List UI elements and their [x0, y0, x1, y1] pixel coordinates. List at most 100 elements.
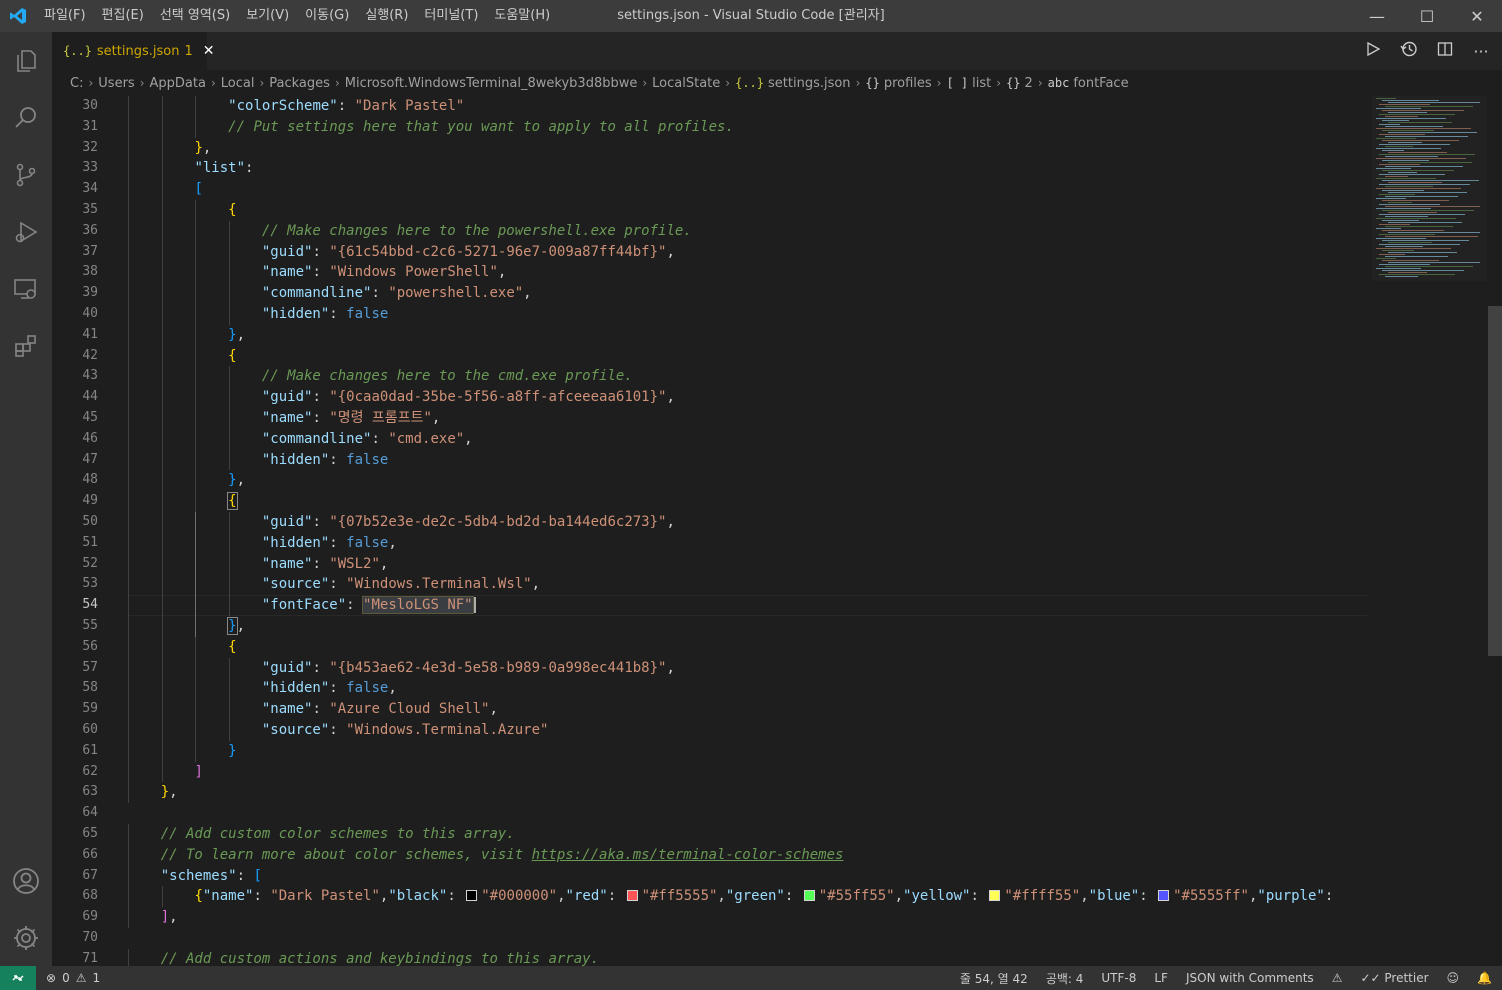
minimap-line — [1376, 198, 1406, 199]
minimap-line — [1376, 138, 1416, 139]
minimap-line — [1385, 226, 1453, 227]
close-window-button[interactable]: ✕ — [1452, 0, 1502, 32]
menu-item[interactable]: 도움말(H) — [486, 0, 558, 32]
line-number: 33 — [82, 160, 98, 176]
run-debug-icon[interactable] — [0, 203, 52, 260]
notifications-icon[interactable]: 🔔 — [1477, 971, 1492, 985]
close-tab-icon[interactable]: ✕ — [203, 43, 215, 59]
minimap-line — [1382, 240, 1469, 241]
maximize-button[interactable]: ☐ — [1402, 0, 1452, 32]
remote-icon[interactable] — [0, 966, 36, 990]
breadcrumb-item[interactable]: AppData — [150, 76, 206, 91]
cursor-position[interactable]: 줄 54, 열 42 — [960, 970, 1028, 987]
breadcrumb-item[interactable]: profiles — [884, 76, 932, 91]
minimap-line — [1376, 178, 1436, 179]
status-bar: ⊗ 0 ⚠ 1 줄 54, 열 42 공백: 4 UTF-8 LF JSON w… — [0, 966, 1502, 990]
code-line: 68 {"name": "Dark Pastel","black": "#000… — [52, 886, 1367, 908]
minimize-button[interactable]: — — [1352, 0, 1402, 32]
tab-problem-count: 1 — [184, 43, 193, 59]
code-line: 40 "hidden": false — [52, 304, 1367, 325]
minimap-line — [1379, 274, 1455, 275]
line-number: 34 — [82, 181, 98, 197]
alert-icon[interactable]: ⚠ — [1332, 971, 1343, 985]
menu-item[interactable]: 터미널(T) — [416, 0, 486, 32]
code-text: "guid": "{b453ae62-4e3d-5e58-b989-0a998e… — [261, 659, 675, 676]
search-icon[interactable] — [0, 89, 52, 146]
minimap-line — [1388, 112, 1427, 113]
minimap[interactable] — [1372, 96, 1487, 966]
source-control-icon[interactable] — [0, 146, 52, 203]
extensions-icon[interactable] — [0, 317, 52, 374]
breadcrumb-separator-icon: › — [139, 76, 145, 90]
menu-item[interactable]: 선택 영역(S) — [152, 0, 238, 32]
encoding[interactable]: UTF-8 — [1101, 971, 1136, 985]
accounts-icon[interactable] — [0, 852, 52, 909]
code-line: 42 { — [52, 345, 1367, 367]
code-line: 44 "guid": "{0caa0dad-35be-5f56-a8ff-afc… — [52, 387, 1367, 408]
code-text: "hidden": false — [261, 451, 389, 468]
breadcrumb-item[interactable]: Packages — [269, 76, 330, 91]
line-number: 46 — [82, 430, 98, 446]
code-line: 33 "list": — [52, 158, 1367, 180]
scrollbar-thumb[interactable] — [1488, 306, 1502, 656]
breadcrumb-item[interactable]: Local — [221, 76, 255, 91]
breadcrumb-item[interactable]: list — [972, 76, 991, 91]
minimap-line — [1382, 100, 1439, 101]
minimap-line — [1379, 174, 1445, 175]
breadcrumb-item[interactable]: fontFace — [1073, 76, 1128, 91]
settings-gear-icon[interactable] — [0, 909, 52, 966]
explorer-icon[interactable] — [0, 32, 52, 89]
breadcrumb-item[interactable]: C: — [70, 76, 83, 91]
breadcrumb-item[interactable]: 2 — [1025, 76, 1033, 91]
breadcrumb-separator-icon: › — [210, 76, 216, 90]
code-line: 53 "source": "Windows.Terminal.Wsl", — [52, 574, 1367, 596]
end-of-line[interactable]: LF — [1154, 971, 1168, 985]
menu-item[interactable]: 이동(G) — [297, 0, 357, 32]
code-text: { — [228, 347, 237, 364]
breadcrumb-item[interactable]: Microsoft.WindowsTerminal_8wekyb3d8bbwe — [345, 76, 638, 91]
code-text: { — [228, 638, 237, 655]
tab-settings-json[interactable]: {..} settings.json 1 ✕ — [52, 32, 214, 70]
breadcrumb-separator-icon: › — [88, 76, 94, 90]
indentation[interactable]: 공백: 4 — [1046, 970, 1084, 987]
prettier-label: Prettier — [1384, 971, 1429, 985]
breadcrumb-item[interactable]: LocalState — [652, 76, 720, 91]
minimap-line — [1388, 222, 1462, 223]
json-file-icon: {..} — [63, 44, 92, 58]
menu-item[interactable]: 편집(E) — [94, 0, 152, 32]
split-editor-icon[interactable] — [1434, 41, 1456, 61]
minimap-line — [1385, 146, 1413, 147]
problems-indicator[interactable]: ⊗ 0 ⚠ 1 — [46, 971, 100, 985]
line-number: 71 — [82, 950, 98, 966]
line-number: 56 — [82, 638, 98, 654]
code-line: 64 — [52, 803, 1367, 824]
code-text: "commandline": "powershell.exe", — [261, 285, 532, 302]
minimap-line — [1388, 132, 1477, 133]
code-line: 46 "commandline": "cmd.exe", — [52, 428, 1367, 450]
timeline-icon[interactable] — [1398, 40, 1420, 62]
line-number: 30 — [82, 98, 98, 113]
code-editor[interactable]: 30 "colorScheme": "Dark Pastel" 31 // Put… — [52, 96, 1367, 966]
vertical-scrollbar[interactable] — [1487, 96, 1502, 966]
breadcrumb-separator-icon: › — [996, 76, 1002, 90]
more-actions-icon[interactable]: ··· — [1470, 42, 1492, 61]
prettier-status[interactable]: ✓✓ Prettier — [1360, 971, 1428, 985]
minimap-line — [1388, 102, 1480, 103]
minimap-line — [1376, 268, 1421, 269]
feedback-icon[interactable]: ☺ — [1447, 971, 1460, 985]
minimap-line — [1376, 168, 1411, 169]
run-icon[interactable] — [1362, 41, 1384, 61]
language-mode[interactable]: JSON with Comments — [1186, 971, 1314, 985]
code-text: "name": "Azure Cloud Shell", — [261, 701, 498, 718]
menu-item[interactable]: 실행(R) — [357, 0, 416, 32]
minimap-line — [1385, 126, 1443, 127]
minimap-line — [1379, 204, 1440, 205]
code-line: 55 }, — [52, 616, 1367, 637]
breadcrumb-item[interactable]: settings.json — [768, 76, 851, 91]
menu-item[interactable]: 파일(F) — [36, 0, 94, 32]
code-text: "source": "Windows.Terminal.Wsl", — [261, 576, 541, 593]
breadcrumb-item[interactable]: Users — [98, 76, 134, 91]
remote-explorer-icon[interactable] — [0, 260, 52, 317]
tab-bar: {..} settings.json 1 ✕ ··· — [52, 32, 1502, 70]
menu-item[interactable]: 보기(V) — [238, 0, 297, 32]
